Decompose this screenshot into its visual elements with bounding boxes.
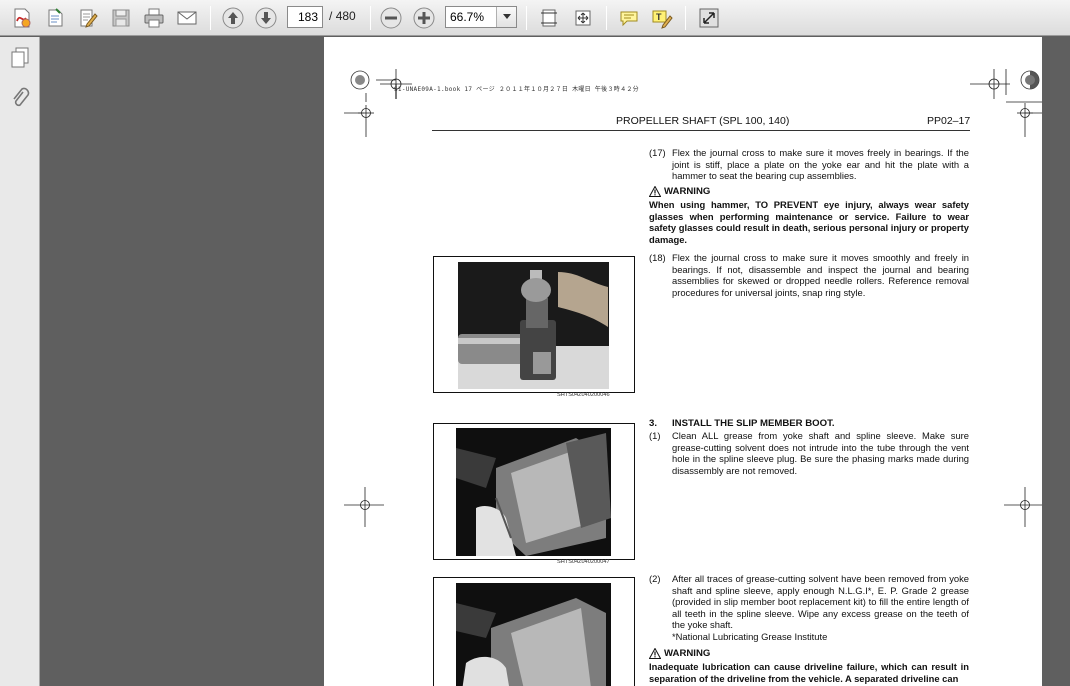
attachments-icon[interactable] <box>6 85 34 113</box>
fit-page-icon[interactable] <box>536 5 562 31</box>
header-rule <box>432 130 970 131</box>
email-icon[interactable] <box>174 5 200 31</box>
next-page-icon[interactable] <box>253 5 279 31</box>
toolbar-separator <box>210 6 211 30</box>
warning-triangle-icon <box>649 648 661 659</box>
edit-document-icon[interactable] <box>75 5 101 31</box>
step-3-1-text: Clean ALL grease from yoke shaft and spl… <box>672 430 969 476</box>
chevron-down-icon[interactable] <box>496 7 516 27</box>
page-header-code: PP02–17 <box>927 115 971 127</box>
svg-text:T: T <box>656 12 662 22</box>
step-3-2-text: After all traces of grease-cutting solve… <box>672 573 969 631</box>
warning-2-text: Inadequate lubrication can cause driveli… <box>649 661 969 684</box>
create-pdf-icon[interactable] <box>9 5 35 31</box>
previous-page-icon[interactable] <box>220 5 246 31</box>
open-file-icon[interactable] <box>42 5 68 31</box>
toolbar-separator <box>370 6 371 30</box>
page-header-title: PROPELLER SHAFT (SPL 100, 140) <box>616 115 790 127</box>
highlight-text-icon[interactable]: T <box>649 5 675 31</box>
navigation-pane <box>0 37 40 686</box>
warning-1-text: When using hammer, TO PREVENT eye injury… <box>649 199 969 245</box>
figure-3-photo <box>456 583 611 686</box>
zoom-in-icon[interactable] <box>411 5 437 31</box>
zoom-level-select[interactable]: 66.7% <box>445 6 517 28</box>
step-number: (18) <box>649 252 666 263</box>
section-number: 3. <box>649 418 658 429</box>
page-separator: / <box>329 9 333 23</box>
main-toolbar: 183 / 480 66.7% T <box>0 0 1070 36</box>
total-pages: 480 <box>335 9 356 23</box>
figure-3-frame <box>433 577 635 686</box>
step-number: (17) <box>649 147 666 158</box>
crosshair-mark-icon <box>1004 487 1042 527</box>
warning-label: WARNING <box>664 186 711 197</box>
zoom-value: 66.7% <box>450 10 485 24</box>
print-icon[interactable] <box>141 5 167 31</box>
figure-2-photo <box>456 428 611 556</box>
section-title: INSTALL THE SLIP MEMBER BOOT. <box>672 418 835 429</box>
step-18-text: Flex the journal cross to make sure it m… <box>672 252 969 298</box>
figure-2-frame <box>433 423 635 560</box>
save-icon[interactable] <box>108 5 134 31</box>
step-17-text: Flex the journal cross to make sure it m… <box>672 147 969 182</box>
figure-2-caption: SHTS04Z040200047 <box>557 559 610 565</box>
figure-1-photo <box>458 262 609 389</box>
crosshair-mark-icon <box>344 487 384 527</box>
warning-label: WARNING <box>664 648 711 659</box>
toolbar-separator <box>685 6 686 30</box>
toolbar-separator <box>526 6 527 30</box>
comment-icon[interactable] <box>616 5 642 31</box>
registration-mark-icon <box>970 69 1042 137</box>
fit-width-icon[interactable] <box>570 5 596 31</box>
step-number: (1) <box>649 430 661 441</box>
figure-1-frame <box>433 256 635 393</box>
page-total: / 480 <box>329 9 356 23</box>
warning-triangle-icon <box>649 186 661 197</box>
page-number-input[interactable]: 183 <box>287 6 323 28</box>
warning-heading: WARNING <box>649 186 710 197</box>
toolbar-separator <box>606 6 607 30</box>
warning-heading: WARNING <box>649 648 710 659</box>
document-page: S1-UNAE09A-1.book 17 ページ ２０１１年１０月２７日 木曜日… <box>324 37 1042 686</box>
footnote-text: *National Lubricating Grease Institute <box>672 631 828 642</box>
page-thumbnails-icon[interactable] <box>6 44 34 72</box>
full-screen-icon[interactable] <box>696 5 722 31</box>
figure-1-caption: SHTS04Z040200046 <box>557 392 610 398</box>
crop-info-text: S1-UNAE09A-1.book 17 ページ ２０１１年１０月２７日 木曜日… <box>394 86 639 93</box>
step-number: (2) <box>649 573 661 584</box>
zoom-out-icon[interactable] <box>378 5 404 31</box>
